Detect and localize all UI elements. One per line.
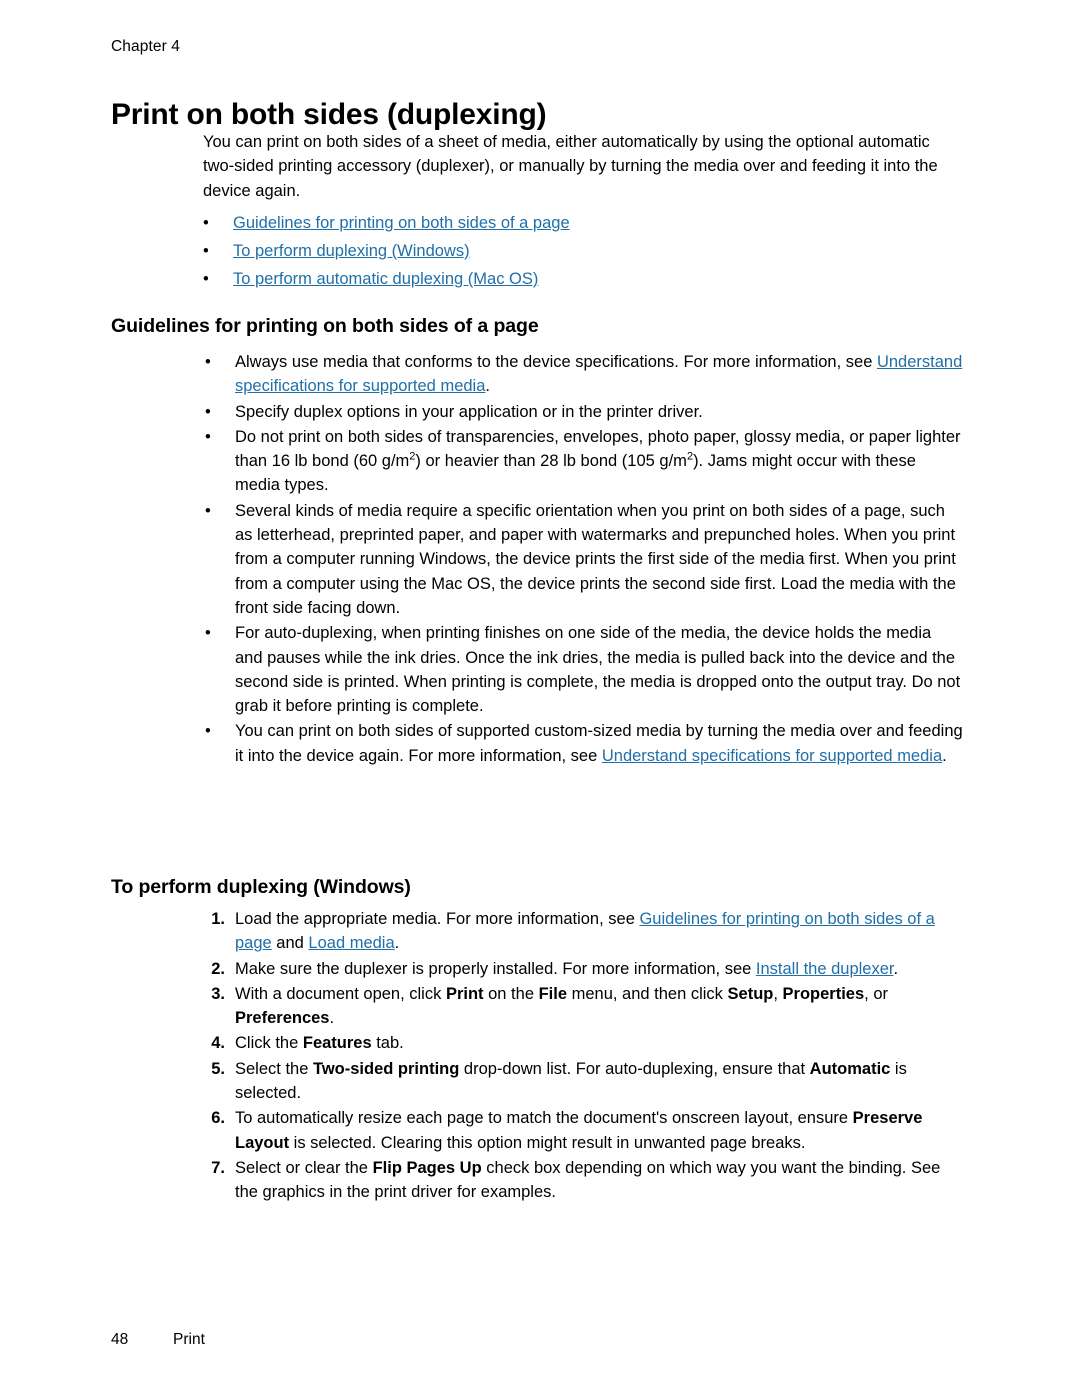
step-item-2: 2. Make sure the duplexer is properly in…: [203, 957, 963, 981]
section-heading-windows: To perform duplexing (Windows): [111, 876, 411, 898]
list-item-text: Always use media that conforms to the de…: [235, 353, 877, 371]
step-text: With a document open, click: [235, 984, 446, 1003]
list-item-text: Several kinds of media require a specifi…: [235, 501, 956, 617]
step-text-mid: and: [271, 934, 309, 953]
list-item-text: Specify duplex options in your applicati…: [235, 402, 703, 421]
document-page: Chapter 4 Print on both sides (duplexing…: [0, 0, 1080, 1397]
step-text: Select or clear the: [235, 1158, 373, 1177]
emphasis-properties: Properties: [782, 984, 865, 1003]
step-number: 6.: [211, 1109, 225, 1128]
bullet-icon: •: [205, 722, 211, 741]
step-number: 4.: [211, 1034, 225, 1053]
emphasis-print: Print: [445, 984, 484, 1003]
step-text: To automatically resize each page to mat…: [235, 1109, 853, 1128]
toc-link-macos[interactable]: To perform automatic duplexing (Mac OS): [233, 270, 538, 288]
emphasis-two-sided-printing: Two-sided printing: [312, 1059, 460, 1078]
emphasis-features: Features: [302, 1034, 372, 1053]
emphasis-flip-pages-up: Flip Pages Up: [372, 1158, 482, 1177]
toc-link-guidelines[interactable]: Guidelines for printing on both sides of…: [233, 214, 570, 232]
step-text-tail: .: [893, 959, 899, 978]
list-item-text-mid: ) or heavier than 28 lb bond (105 g/m: [415, 452, 687, 471]
list-item-text: For auto-duplexing, when printing finish…: [235, 624, 961, 716]
step-text: Click the: [235, 1034, 303, 1053]
toc-link-windows[interactable]: To perform duplexing (Windows): [233, 242, 470, 260]
bullet-icon: •: [203, 214, 209, 232]
chapter-label: Chapter 4: [111, 38, 180, 55]
list-item: • Do not print on both sides of transpar…: [203, 425, 963, 498]
step-item-4: 4. Click the Features tab.: [203, 1031, 963, 1055]
footer-label: Print: [173, 1331, 205, 1348]
list-item: • For auto-duplexing, when printing fini…: [203, 621, 963, 718]
list-item: • Specify duplex options in your applica…: [203, 400, 963, 424]
inline-toc-list: • Guidelines for printing on both sides …: [203, 209, 963, 293]
step-number: 5.: [211, 1059, 225, 1078]
step-item-3: 3. With a document open, click Print on …: [203, 982, 963, 1031]
step-text: drop-down list. For auto-duplexing, ensu…: [459, 1059, 810, 1078]
bullet-icon: •: [205, 501, 211, 520]
step-text: on the: [483, 984, 539, 1003]
step-text: Make sure the duplexer is properly insta…: [235, 959, 756, 978]
step-number: 3.: [211, 984, 225, 1003]
inline-link-load-media[interactable]: Load media: [308, 934, 394, 952]
step-number: 1.: [211, 910, 225, 928]
list-item: • Always use media that conforms to the …: [203, 350, 963, 399]
step-item-6: 6. To automatically resize each page to …: [203, 1106, 963, 1155]
step-text: Select the: [235, 1059, 313, 1078]
bullet-icon: •: [205, 402, 211, 421]
list-item-text-tail: .: [942, 746, 947, 765]
bullet-icon: •: [205, 353, 211, 371]
list-item[interactable]: • To perform automatic duplexing (Mac OS…: [203, 265, 963, 293]
step-item-7: 7. Select or clear the Flip Pages Up che…: [203, 1156, 963, 1205]
emphasis-automatic: Automatic: [809, 1059, 891, 1078]
footer-page-number: 48: [111, 1331, 129, 1348]
step-number: 7.: [211, 1158, 225, 1177]
list-item[interactable]: • To perform duplexing (Windows): [203, 237, 963, 265]
step-text: Load the appropriate media. For more inf…: [235, 910, 640, 928]
step-text: menu, and then click: [567, 984, 728, 1003]
bullet-icon: •: [203, 242, 209, 260]
intro-paragraph-block: You can print on both sides of a sheet o…: [203, 130, 963, 203]
bullet-icon: •: [203, 270, 209, 288]
page-title: Print on both sides (duplexing): [111, 98, 547, 132]
bullet-icon: •: [205, 624, 211, 643]
list-item: • You can print on both sides of support…: [203, 719, 963, 768]
step-item-1: 1. Load the appropriate media. For more …: [203, 907, 963, 956]
emphasis-setup: Setup: [727, 984, 774, 1003]
emphasis-preferences: Preferences: [235, 1009, 330, 1028]
emphasis-file: File: [538, 984, 568, 1003]
step-number: 2.: [211, 959, 225, 978]
step-item-5: 5. Select the Two-sided printing drop-do…: [203, 1057, 963, 1106]
guidelines-list: • Always use media that conforms to the …: [203, 350, 963, 769]
step-text: , or: [864, 984, 889, 1003]
list-item-text-tail: .: [485, 377, 490, 396]
bullet-icon: •: [205, 427, 211, 446]
step-text-tail: is selected. Clearing this option might …: [289, 1133, 806, 1152]
windows-steps-list: 1. Load the appropriate media. For more …: [203, 907, 963, 1206]
section-heading-guidelines: Guidelines for printing on both sides of…: [111, 315, 539, 337]
step-text-tail: .: [394, 934, 400, 953]
step-text-tail: tab.: [371, 1034, 404, 1053]
list-item[interactable]: • Guidelines for printing on both sides …: [203, 209, 963, 237]
step-text-tail: .: [329, 1009, 335, 1028]
step-text: ,: [773, 984, 783, 1003]
inline-link-specs[interactable]: Understand specifications for supported …: [602, 747, 942, 765]
intro-paragraph: You can print on both sides of a sheet o…: [203, 133, 938, 200]
list-item: • Several kinds of media require a speci…: [203, 499, 963, 620]
inline-link-install-duplexer[interactable]: Install the duplexer: [756, 960, 894, 978]
